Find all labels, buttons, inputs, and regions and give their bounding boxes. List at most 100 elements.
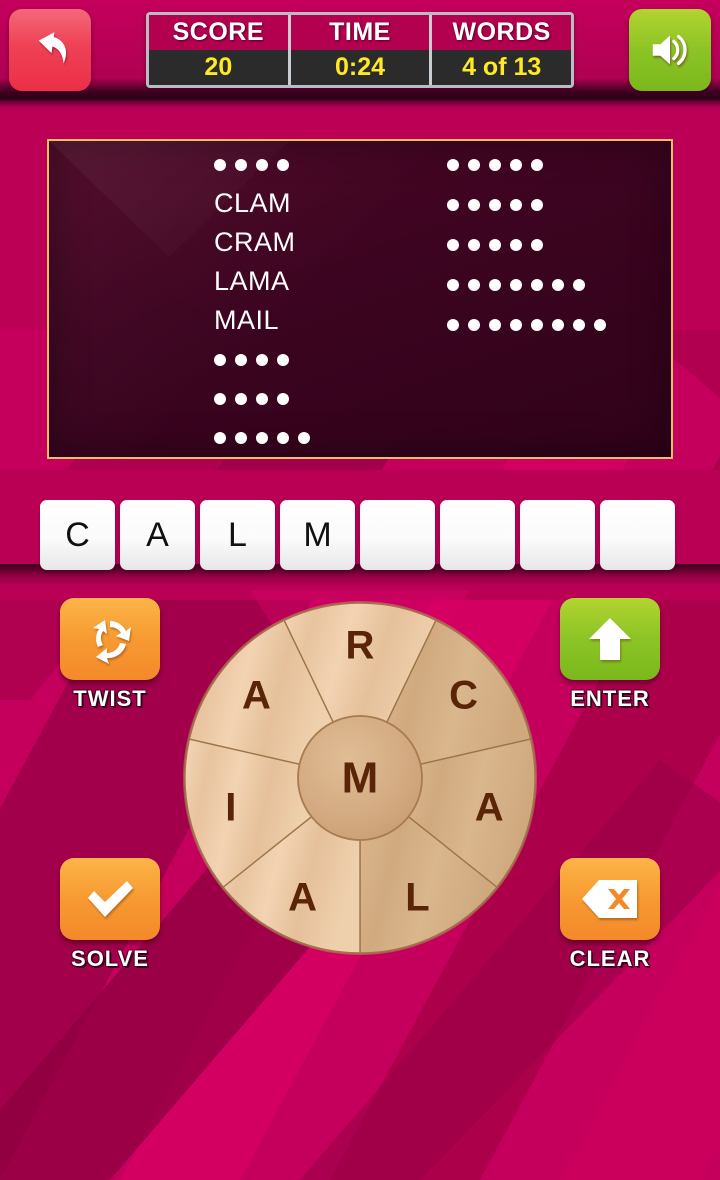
solved-word: LAMA [214, 266, 290, 296]
word-dot [256, 353, 268, 366]
word-dot [214, 353, 226, 366]
word-dot [488, 279, 501, 291]
backspace-x-icon [582, 880, 637, 918]
twist-button-label: TWIST [73, 686, 147, 711]
clear-button-label: CLEAR [569, 946, 651, 971]
letter-tile-empty[interactable] [440, 500, 515, 570]
word-dot [467, 239, 480, 251]
word-row: CLAM [214, 184, 439, 223]
word-dot [235, 431, 247, 444]
letter-tile-filled[interactable]: A [120, 500, 195, 570]
time-label: TIME [290, 15, 430, 50]
enter-button[interactable]: ENTER [540, 598, 680, 712]
solve-button-pad[interactable] [60, 858, 160, 940]
word-row [214, 340, 439, 379]
word-dot [488, 319, 501, 331]
twist-button-pad[interactable] [60, 598, 160, 680]
word-dot [214, 392, 226, 405]
letter-wheel-svg[interactable]: M R C A L A I A [180, 598, 540, 958]
word-list-panel: CLAM CRAM LAMA MAIL [47, 139, 673, 459]
solved-word: MAIL [214, 305, 280, 335]
word-dot [467, 319, 480, 331]
word-column-right [439, 145, 672, 457]
word-row: CRAM [214, 223, 439, 262]
word-row [446, 305, 672, 345]
letter-tile-empty[interactable] [600, 500, 675, 570]
hidden-word-dots [214, 158, 289, 171]
letter-tile-filled[interactable]: M [280, 500, 355, 570]
word-dot [298, 431, 310, 444]
word-dot [509, 199, 522, 211]
back-button[interactable] [9, 9, 91, 91]
hidden-word-dots [446, 199, 543, 211]
hidden-word-dots [214, 353, 289, 366]
up-arrow-icon [589, 618, 631, 660]
wheel-segment-letter: A [242, 673, 271, 717]
word-row [214, 379, 439, 418]
word-dot [446, 159, 459, 171]
word-row: MAIL [214, 301, 439, 340]
word-dot [572, 319, 585, 331]
word-dot [446, 239, 459, 251]
wheel-segment-letter: C [449, 673, 478, 717]
word-dot [530, 239, 543, 251]
letter-tile-empty[interactable] [520, 500, 595, 570]
hidden-word-dots [446, 279, 585, 291]
word-dot [530, 319, 543, 331]
hidden-word-dots [446, 159, 543, 171]
enter-button-label: ENTER [570, 686, 650, 711]
score-cell: SCORE 20 [149, 15, 288, 85]
wheel-segment-letter: L [405, 875, 429, 919]
hidden-word-dots [214, 431, 310, 444]
hidden-word-dots [446, 319, 606, 331]
score-value: 20 [149, 50, 288, 85]
solved-word: CLAM [214, 188, 292, 218]
word-dot [488, 199, 501, 211]
word-dot [593, 319, 606, 331]
time-cell: TIME 0:24 [287, 15, 430, 85]
word-dot [551, 319, 564, 331]
word-row [446, 185, 672, 225]
clear-button-pad[interactable] [560, 858, 660, 940]
checkmark-icon [88, 881, 133, 917]
word-dot [235, 158, 247, 171]
word-row [446, 225, 672, 265]
letter-tile-empty[interactable] [360, 500, 435, 570]
word-column-left: CLAM CRAM LAMA MAIL [49, 145, 439, 457]
word-dot [467, 199, 480, 211]
clear-button[interactable]: CLEAR [540, 858, 680, 972]
word-dot [256, 158, 268, 171]
word-dot [235, 392, 247, 405]
word-row [446, 145, 672, 185]
solve-button[interactable]: SOLVE [40, 858, 180, 972]
word-dot [214, 431, 226, 444]
word-dot [509, 279, 522, 291]
word-dot [509, 159, 522, 171]
word-dot [256, 431, 268, 444]
word-dot [509, 319, 522, 331]
twist-button[interactable]: TWIST [40, 598, 180, 712]
word-dot [256, 392, 268, 405]
enter-button-pad[interactable] [560, 598, 660, 680]
word-dot [277, 431, 289, 444]
word-dot [509, 239, 522, 251]
wheel-segment-letter: A [288, 875, 317, 919]
word-dot [277, 392, 289, 405]
word-dot [277, 353, 289, 366]
sound-button[interactable] [629, 9, 711, 91]
solved-word: CRAM [214, 227, 296, 257]
word-dot [235, 353, 247, 366]
word-dot [488, 159, 501, 171]
back-arrow-icon [38, 32, 67, 64]
letter-tile-filled[interactable]: C [40, 500, 115, 570]
word-dot [488, 239, 501, 251]
letter-wheel[interactable]: M R C A L A I A [180, 598, 540, 958]
scoreboard: SCORE 20 TIME 0:24 WORDS 4 of 13 [146, 12, 574, 88]
word-dot [446, 319, 459, 331]
letter-tile-filled[interactable]: L [200, 500, 275, 570]
hidden-word-dots [214, 392, 289, 405]
words-cell: WORDS 4 of 13 [429, 15, 571, 85]
time-value: 0:24 [290, 50, 430, 85]
wheel-center-letter-text: M [342, 754, 379, 803]
word-dot [530, 159, 543, 171]
